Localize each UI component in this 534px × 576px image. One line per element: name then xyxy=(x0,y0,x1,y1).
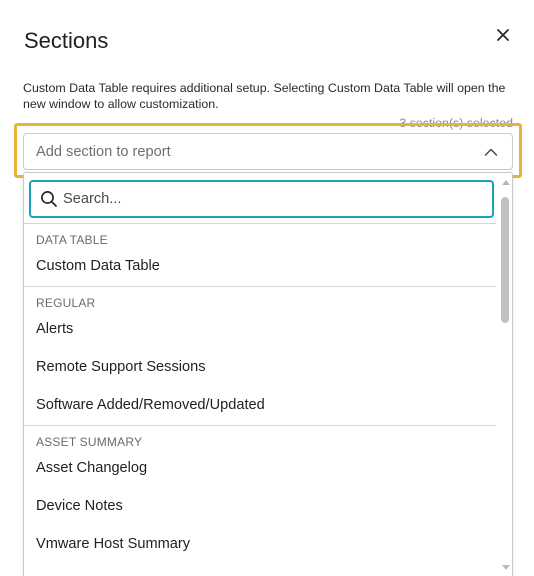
option-device-notes[interactable]: Device Notes xyxy=(24,489,496,525)
option-label: Vmware Host Summary xyxy=(36,536,191,552)
modal-title: Sections xyxy=(24,28,109,53)
option-label: Software Added/Removed/Updated xyxy=(36,397,265,413)
divider xyxy=(24,425,496,426)
info-text: Custom Data Table requires additional se… xyxy=(23,81,506,111)
scroll-up-arrow-icon[interactable] xyxy=(502,180,510,185)
add-section-select[interactable]: Add section to report xyxy=(23,133,513,170)
close-icon xyxy=(497,29,509,41)
search-input[interactable] xyxy=(63,188,483,210)
close-button[interactable] xyxy=(492,24,514,46)
select-placeholder: Add section to report xyxy=(36,144,171,160)
divider xyxy=(24,223,496,224)
group-label-regular: REGULAR xyxy=(36,296,96,310)
option-label: Custom Data Table xyxy=(36,258,160,274)
option-custom-data-table[interactable]: Custom Data Table xyxy=(24,249,496,285)
divider xyxy=(24,286,496,287)
group-label-data-table: DATA TABLE xyxy=(36,233,108,247)
option-label: Device Notes xyxy=(36,498,123,514)
option-label: Alerts xyxy=(36,321,74,337)
option-vmware-host-summary[interactable]: Vmware Host Summary xyxy=(24,527,496,563)
option-asset-changelog[interactable]: Asset Changelog xyxy=(24,451,496,487)
dropdown-scrollbar[interactable] xyxy=(498,177,512,576)
option-label: Asset Changelog xyxy=(36,460,148,476)
option-alerts[interactable]: Alerts xyxy=(24,312,496,348)
section-dropdown: DATA TABLE Custom Data Table REGULAR Ale… xyxy=(23,172,513,576)
search-box[interactable] xyxy=(29,180,494,218)
search-icon xyxy=(41,191,57,207)
scroll-down-arrow-icon[interactable] xyxy=(502,565,510,570)
option-label: Remote Support Sessions xyxy=(36,359,206,375)
group-label-asset-summary: ASSET SUMMARY xyxy=(36,435,143,449)
option-remote-support-sessions[interactable]: Remote Support Sessions xyxy=(24,350,496,386)
option-software-added-removed-updated[interactable]: Software Added/Removed/Updated xyxy=(24,388,496,424)
chevron-up-icon[interactable] xyxy=(484,145,498,159)
scroll-thumb[interactable] xyxy=(501,197,509,323)
sections-modal: Sections Custom Data Table requires addi… xyxy=(0,0,534,576)
